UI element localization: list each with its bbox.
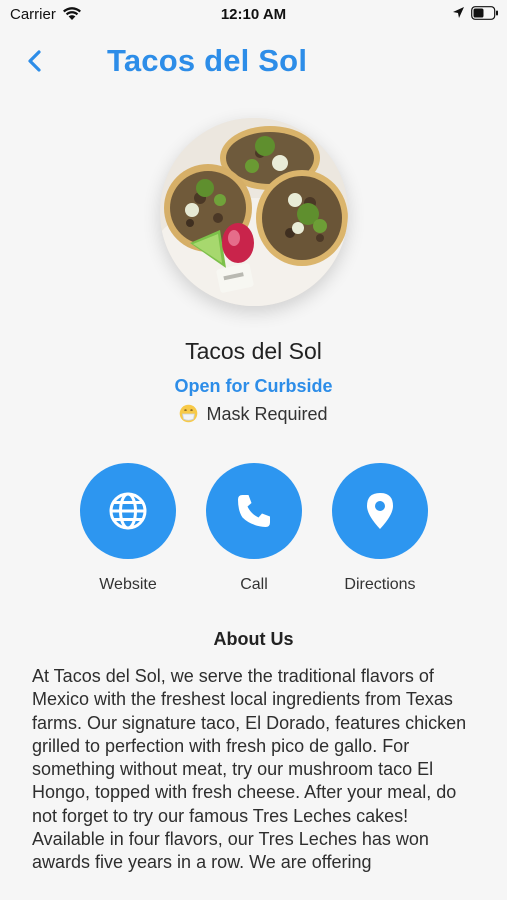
about-description: At Tacos del Sol, we serve the tradition… [32, 666, 467, 873]
call-label: Call [240, 576, 268, 593]
chevron-left-icon [28, 50, 41, 72]
status-bar: Carrier 12:10 AM [0, 0, 507, 28]
directions-button[interactable] [332, 463, 428, 559]
location-pin-icon [367, 493, 393, 529]
restaurant-name: Tacos del Sol [185, 338, 322, 364]
navigation-bar: Tacos del Sol [0, 36, 507, 86]
curbside-status: Open for Curbside [174, 376, 333, 396]
website-action: Website [80, 463, 176, 594]
mask-label: Mask Required [206, 404, 328, 424]
mask-requirement: Mask Required [0, 404, 507, 425]
page-title: Tacos del Sol [107, 43, 308, 78]
battery-icon [471, 6, 499, 25]
call-button[interactable] [206, 463, 302, 559]
status-time: 12:10 AM [220, 6, 287, 23]
restaurant-photo [160, 118, 348, 306]
directions-action: Directions [332, 463, 428, 594]
website-label: Website [99, 576, 157, 593]
phone-icon [238, 495, 270, 527]
location-arrow-icon [452, 6, 465, 24]
globe-icon [109, 492, 147, 530]
directions-label: Directions [344, 576, 416, 593]
call-action: Call [206, 463, 302, 594]
back-button[interactable] [22, 44, 52, 78]
mask-face-icon [179, 404, 198, 423]
about-heading: About Us [213, 629, 294, 649]
website-button[interactable] [80, 463, 176, 559]
